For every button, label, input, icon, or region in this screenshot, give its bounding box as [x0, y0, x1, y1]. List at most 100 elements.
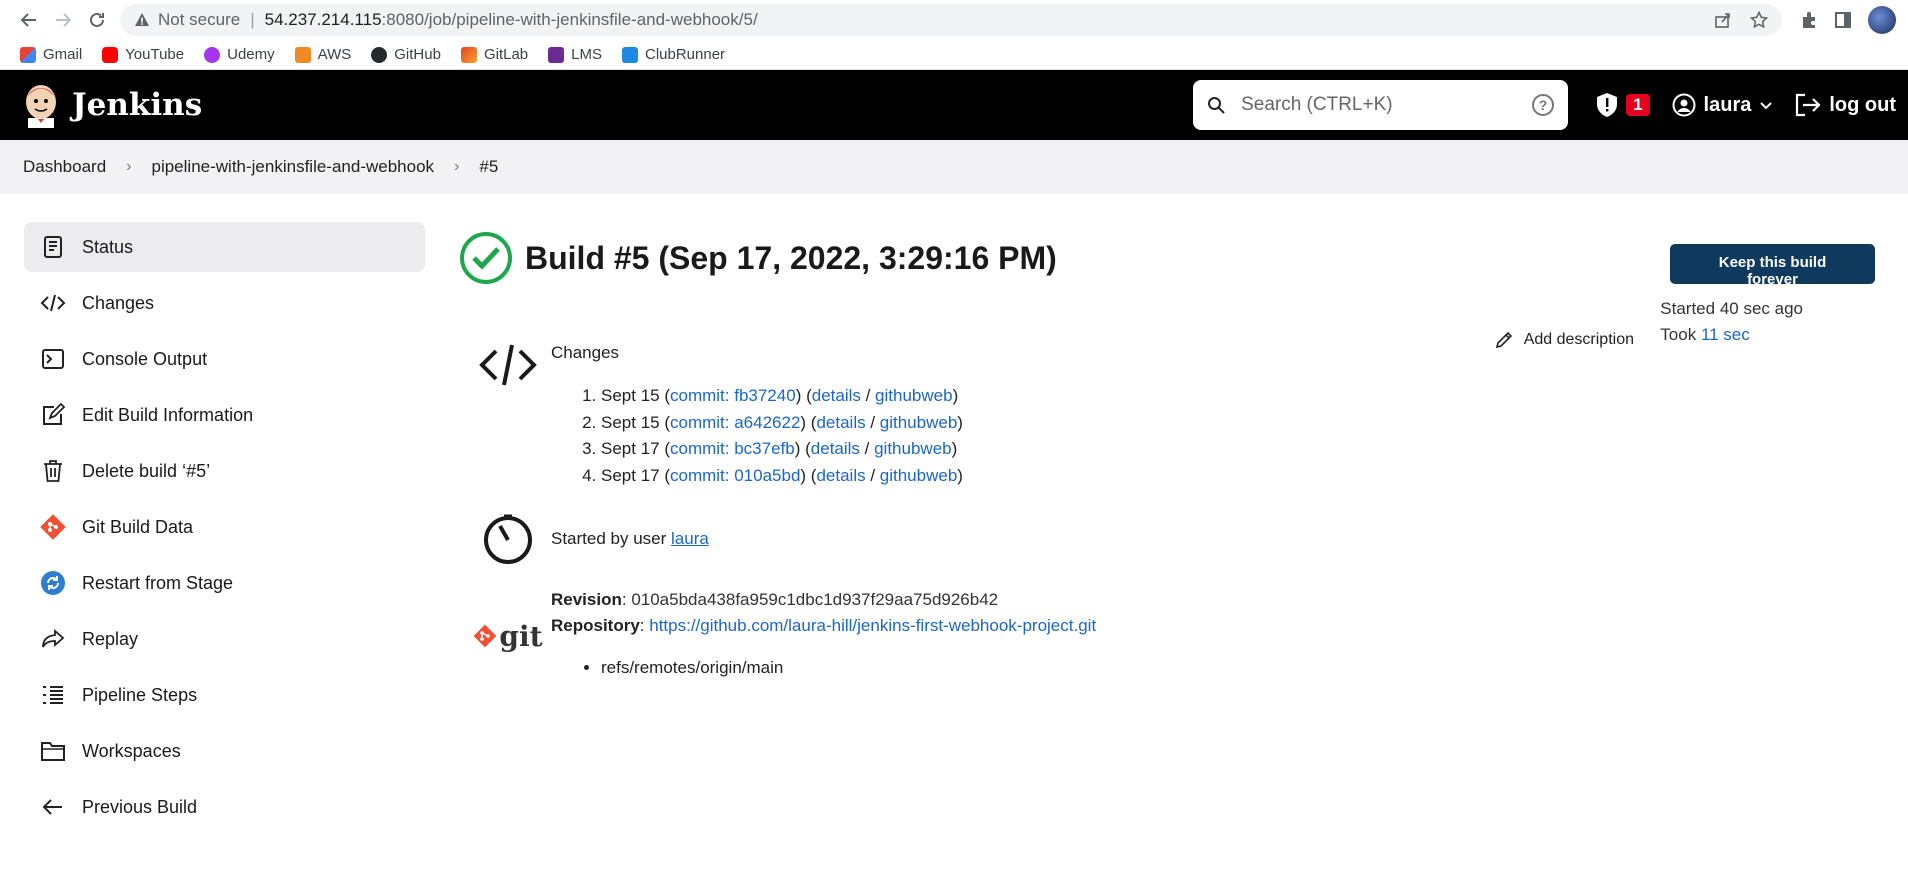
reload-icon[interactable]	[80, 3, 114, 37]
build-duration-link[interactable]: 11 sec	[1701, 325, 1750, 344]
github-icon	[371, 46, 388, 63]
trash-icon	[40, 458, 66, 484]
bookmark-lms[interactable]: LMS	[548, 46, 602, 63]
sidebar-item-label: Edit Build Information	[82, 404, 254, 425]
details-link[interactable]: details	[812, 386, 861, 405]
sidebar-item-label: Pipeline Steps	[82, 684, 198, 705]
help-icon[interactable]: ?	[1532, 94, 1555, 116]
back-icon[interactable]	[12, 3, 46, 37]
sidebar-item-label: Replay	[82, 628, 139, 649]
sidepanel-icon[interactable]	[1834, 11, 1852, 29]
bookmarks-bar: Gmail YouTube Udemy AWS GitHub GitLab LM…	[0, 40, 1908, 70]
udemy-icon	[204, 46, 221, 63]
bookmark-aws[interactable]: AWS	[294, 46, 351, 63]
bookmark-github[interactable]: GitHub	[371, 46, 441, 63]
search-input[interactable]: Search (CTRL+K)	[1241, 94, 1393, 116]
sidebar-item-console-output[interactable]: Console Output	[24, 334, 425, 384]
logout-button[interactable]: log out	[1795, 93, 1896, 117]
githubweb-link[interactable]: githubweb	[874, 439, 952, 458]
keep-build-forever-button[interactable]: Keep this build forever	[1670, 244, 1875, 288]
build-timing: Started 40 sec ago Took 11 sec	[1660, 296, 1803, 348]
sidebar-item-pipeline-steps[interactable]: Pipeline Steps	[24, 670, 425, 720]
sidebar-item-workspaces[interactable]: Workspaces	[24, 726, 425, 776]
star-icon[interactable]	[1750, 11, 1768, 29]
bookmark-youtube[interactable]: YouTube	[102, 46, 184, 63]
git-section: git Revision: 010a5bda438fa959c1dbc1d937…	[465, 587, 1908, 681]
restart-icon	[40, 570, 66, 596]
changes-list: Sept 15 (commit: fb37240) (details / git…	[601, 383, 963, 489]
details-link[interactable]: details	[816, 466, 865, 485]
commit-link[interactable]: commit: a642622	[670, 413, 800, 432]
githubweb-link[interactable]: githubweb	[880, 413, 958, 432]
bookmark-gmail[interactable]: Gmail	[20, 46, 82, 63]
page-title: Build #5 (Sep 17, 2022, 3:29:16 PM)	[525, 239, 1057, 276]
commit-link[interactable]: commit: bc37efb	[670, 439, 795, 458]
jenkins-home-link[interactable]: Jenkins	[22, 82, 202, 128]
extensions-icon[interactable]	[1800, 11, 1818, 29]
bookmark-gitlab[interactable]: GitLab	[460, 46, 528, 63]
search-box[interactable]: Search (CTRL+K) ?	[1193, 80, 1569, 130]
details-link[interactable]: details	[811, 439, 860, 458]
jenkins-header: Jenkins Search (CTRL+K) ? 1 laura log ou…	[0, 70, 1908, 140]
security-count-badge: 1	[1626, 94, 1650, 116]
profile-avatar[interactable]	[1868, 6, 1896, 34]
sidebar-item-label: Previous Build	[82, 796, 198, 817]
sidebar-item-edit-build-information[interactable]: Edit Build Information	[24, 390, 425, 440]
commit-link[interactable]: commit: fb37240	[670, 386, 796, 405]
sidebar-item-status[interactable]: Status	[24, 222, 425, 272]
chevron-right-icon: ›	[454, 158, 460, 175]
browser-toolbar: Not secure | 54.237.214.115:8080/job/pip…	[0, 0, 1908, 40]
terminal-icon	[40, 346, 66, 372]
githubweb-link[interactable]: githubweb	[875, 386, 953, 405]
user-menu[interactable]: laura	[1672, 93, 1774, 117]
revision-row: Revision: 010a5bda438fa959c1dbc1d937f29a…	[551, 590, 999, 609]
sidebar-item-changes[interactable]: Changes	[24, 278, 425, 328]
changes-heading: Changes	[551, 343, 620, 362]
sidebar-item-restart-from-stage[interactable]: Restart from Stage	[24, 558, 425, 608]
user-link[interactable]: laura	[671, 529, 709, 548]
aws-icon	[294, 46, 311, 63]
started-by-text: Started by user laura	[551, 529, 709, 548]
sidebar-item-previous-build[interactable]: Previous Build	[24, 782, 425, 832]
forward-icon[interactable]	[46, 3, 80, 37]
gmail-icon	[20, 46, 36, 63]
divider: |	[250, 10, 255, 29]
sidebar-item-delete-build[interactable]: Delete build ‘#5’	[24, 446, 425, 496]
security-alerts[interactable]: 1	[1596, 92, 1650, 118]
not-secure-label[interactable]: Not secure	[158, 10, 240, 30]
build-content: Build #5 (Sep 17, 2022, 3:29:16 PM) Keep…	[425, 222, 1908, 838]
user-icon	[1672, 93, 1696, 117]
started-by-section: Started by user laura	[465, 513, 1908, 565]
lms-icon	[548, 46, 565, 63]
bookmark-clubrunner[interactable]: ClubRunner	[622, 46, 725, 63]
pencil-icon	[1495, 331, 1512, 349]
add-description-button[interactable]: Add description	[1494, 330, 1634, 350]
chevron-down-icon	[1760, 102, 1773, 110]
changes-section: Changes Sept 15 (commit: fb37240) (detai…	[465, 343, 1908, 489]
gitlab-icon	[460, 46, 477, 63]
repository-link[interactable]: https://github.com/laura-hill/jenkins-fi…	[649, 616, 1096, 635]
breadcrumb-job[interactable]: pipeline-with-jenkinsfile-and-webhook	[152, 157, 435, 177]
address-bar[interactable]: Not secure | 54.237.214.115:8080/job/pip…	[120, 4, 1782, 36]
bookmark-udemy[interactable]: Udemy	[204, 46, 275, 63]
breadcrumb-build[interactable]: #5	[479, 157, 498, 177]
git-icon	[474, 624, 497, 648]
sidebar-item-label: Delete build ‘#5’	[82, 460, 211, 481]
sidebar-item-replay[interactable]: Replay	[24, 614, 425, 664]
url-path: :8080/job/pipeline-with-jenkinsfile-and-…	[381, 10, 758, 29]
sidebar-item-git-build-data[interactable]: Git Build Data	[24, 502, 425, 552]
list-item: Sept 17 (commit: 010a5bd) (details / git…	[601, 463, 963, 490]
breadcrumb: Dashboard › pipeline-with-jenkinsfile-an…	[0, 140, 1908, 194]
revision-hash: 010a5bda438fa959c1dbc1d937f29aa75d926b42	[631, 590, 999, 609]
githubweb-link[interactable]: githubweb	[880, 466, 958, 485]
breadcrumb-dashboard[interactable]: Dashboard	[23, 157, 106, 177]
commit-link[interactable]: commit: 010a5bd	[670, 466, 800, 485]
details-link[interactable]: details	[816, 413, 865, 432]
status-icon	[40, 234, 66, 260]
shield-icon	[1597, 93, 1618, 117]
brand-name: Jenkins	[72, 87, 203, 123]
code-icon	[479, 344, 537, 386]
sidebar-item-label: Restart from Stage	[82, 572, 234, 593]
share-icon[interactable]	[1714, 11, 1732, 29]
timer-icon	[484, 514, 532, 564]
